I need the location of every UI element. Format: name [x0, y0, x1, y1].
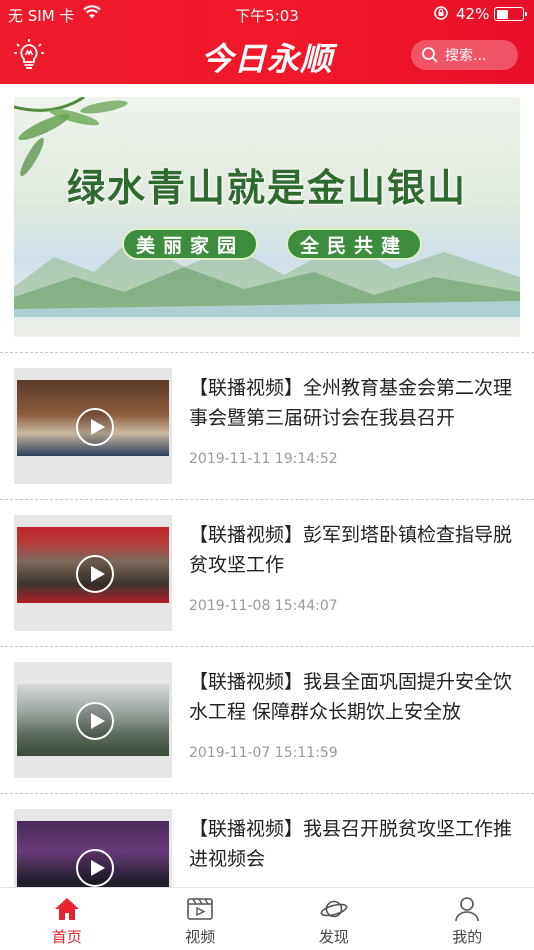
user-icon: [455, 897, 480, 922]
planet-icon: [320, 900, 348, 918]
video-thumbnail[interactable]: [14, 368, 172, 484]
tab-discover[interactable]: 发现: [267, 888, 401, 950]
news-date: 2019-11-11 19:14:52: [189, 451, 338, 467]
banner-pill-left: 美丽家园: [122, 228, 259, 260]
search-placeholder: 搜索...: [445, 48, 487, 64]
play-icon: [76, 408, 114, 446]
news-title: 【联播视频】彭军到塔卧镇检查指导脱贫攻坚工作: [189, 524, 513, 576]
app-header: 无 SIM 卡 下午5:03 42% 今日永顺 搜索...: [0, 0, 534, 84]
status-bar: 无 SIM 卡 下午5:03 42%: [0, 0, 534, 28]
rotation-lock-icon: [433, 5, 449, 25]
banner-landscape-image: [14, 237, 520, 317]
tab-home[interactable]: 首页: [0, 888, 134, 950]
news-title: 【联播视频】我县召开脱贫攻坚工作推进视频会: [189, 818, 513, 870]
banner-carousel[interactable]: 绿水青山就是金山银山 美丽家园 全民共建: [14, 97, 520, 337]
tab-label: 视频: [185, 928, 216, 946]
tab-label: 发现: [318, 928, 349, 946]
list-item[interactable]: 【联播视频】我县全面巩固提升安全饮水工程 保障群众长期饮上安全放 2019-11…: [0, 647, 534, 793]
tab-video[interactable]: 视频: [134, 888, 268, 950]
search-bar[interactable]: 搜索...: [411, 40, 518, 70]
video-icon: [187, 898, 214, 920]
list-item[interactable]: 【联播视频】彭军到塔卧镇检查指导脱贫攻坚工作 2019-11-08 15:44:…: [0, 500, 534, 646]
tab-label: 首页: [51, 928, 82, 946]
bottom-tab-bar: 首页 视频 发现 我的: [0, 887, 534, 950]
battery-percent: 42%: [456, 5, 490, 23]
banner-title: 绿水青山就是金山银山: [66, 165, 467, 210]
news-title: 【联播视频】我县全面巩固提升安全饮水工程 保障群众长期饮上安全放: [189, 671, 513, 723]
search-icon: [422, 47, 438, 63]
video-thumbnail[interactable]: [14, 662, 172, 778]
news-title: 【联播视频】全州教育基金会第二次理事会暨第三届研讨会在我县召开: [189, 377, 513, 429]
list-item[interactable]: 【联播视频】全州教育基金会第二次理事会暨第三届研讨会在我县召开 2019-11-…: [0, 353, 534, 499]
play-icon: [76, 555, 114, 593]
tab-label: 我的: [452, 928, 483, 946]
play-icon: [76, 702, 114, 740]
news-date: 2019-11-07 15:11:59: [189, 745, 338, 761]
home-icon: [54, 898, 79, 920]
play-icon: [76, 849, 114, 887]
banner-pill-right: 全民共建: [286, 228, 423, 260]
video-thumbnail[interactable]: [14, 515, 172, 631]
battery-icon: [494, 7, 527, 21]
tab-mine[interactable]: 我的: [401, 888, 534, 950]
status-time: 下午5:03: [235, 7, 299, 25]
news-date: 2019-11-08 15:44:07: [189, 598, 338, 614]
